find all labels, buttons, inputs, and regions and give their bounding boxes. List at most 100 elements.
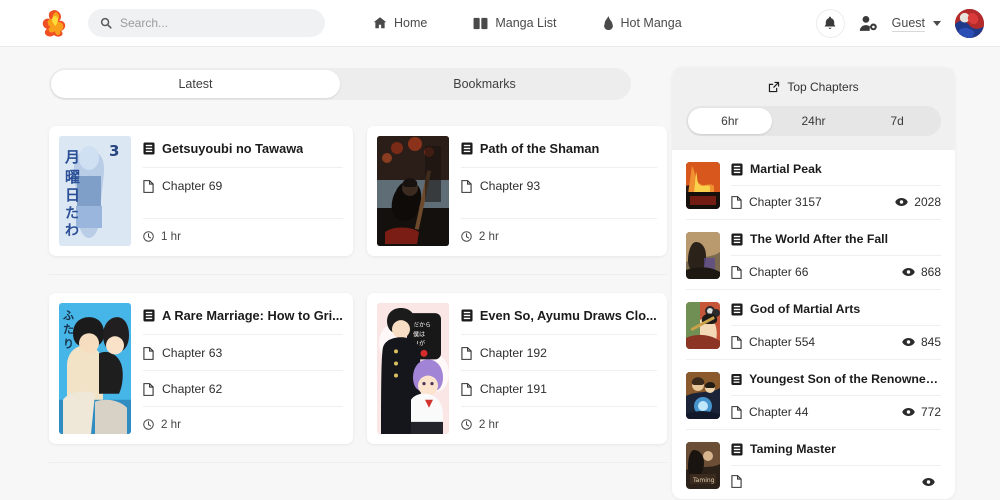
manga-title-label: A Rare Marriage: How to Gri... <box>162 308 343 323</box>
nav-item-manga-list-label: Manga List <box>495 16 557 30</box>
page-icon <box>143 382 154 396</box>
clock-icon <box>143 419 154 430</box>
chapter-row[interactable]: Chapter 3157 2028 <box>731 185 941 209</box>
search-input[interactable] <box>120 16 313 30</box>
segment-6hr-label: 6hr <box>721 114 739 128</box>
flame-icon <box>603 16 614 30</box>
user-menu[interactable]: Guest <box>891 15 941 32</box>
list-item[interactable]: Martial Peak Chapter 3157 2028 <box>686 150 941 220</box>
manga-card[interactable]: ふ た り A Rare Marriage: How to Gri... Cha… <box>49 293 353 444</box>
manga-card-body: Path of the Shaman Chapter 93 2 hr <box>460 136 657 246</box>
manga-card[interactable]: 月 曜 日 た わ 3 Getsuyoubi no Tawawa Chapter… <box>49 126 353 256</box>
book-icon <box>461 142 473 155</box>
page-icon <box>731 475 742 488</box>
manga-card[interactable]: だから 僕は Ｈが Even So, Ayumu Draws Clo... Ch… <box>366 293 667 444</box>
manga-title[interactable]: Even So, Ayumu Draws Clo... <box>461 303 657 334</box>
top-chapters-panel: Top Chapters 6hr 24hr 7d Martial Peak Ch… <box>672 67 955 499</box>
search-box[interactable] <box>88 9 325 37</box>
chapter-link[interactable]: Chapter 44 <box>731 405 902 419</box>
page-icon <box>143 346 154 360</box>
main-nav: Home Manga List Hot Manga <box>373 16 682 30</box>
svg-text:日: 日 <box>65 186 80 204</box>
chapter-label: Chapter 3157 <box>749 195 822 209</box>
list-item[interactable]: Youngest Son of the Renowned M... Chapte… <box>686 360 941 430</box>
view-count-label: 845 <box>920 335 941 349</box>
chapter-label: Chapter 66 <box>749 265 809 279</box>
chapter-label: Chapter 93 <box>479 179 541 193</box>
sidebar: Top Chapters 6hr 24hr 7d Martial Peak Ch… <box>672 47 1000 500</box>
svg-text:た: た <box>63 323 74 336</box>
chapter-label: Chapter 69 <box>162 179 223 193</box>
updated-time: 2 hr <box>460 218 657 246</box>
svg-text:た: た <box>65 206 79 222</box>
chapter-link[interactable]: Chapter 192 <box>460 334 657 370</box>
chapter-link[interactable]: Chapter 63 <box>143 334 343 370</box>
eye-icon <box>922 477 935 486</box>
chapter-link[interactable] <box>731 475 922 488</box>
tab-latest[interactable]: Latest <box>51 70 340 98</box>
chapter-link[interactable]: Chapter 191 <box>460 370 657 406</box>
book-icon <box>731 163 743 175</box>
segment-6hr[interactable]: 6hr <box>688 108 772 134</box>
manga-title[interactable]: Getsuyoubi no Tawawa <box>143 136 343 167</box>
chapter-link[interactable]: Chapter 66 <box>731 265 902 279</box>
phoenix-logo-icon[interactable] <box>38 6 72 40</box>
manga-cover-image: だから 僕は Ｈが <box>376 303 449 434</box>
avatar[interactable] <box>955 9 984 38</box>
chapter-label: Chapter 62 <box>162 382 223 396</box>
notifications-button[interactable] <box>815 9 845 38</box>
manga-card[interactable]: Path of the Shaman Chapter 93 2 hr <box>366 126 667 256</box>
manga-title[interactable]: Path of the Shaman <box>461 136 657 167</box>
nav-item-manga-list[interactable]: Manga List <box>473 16 557 30</box>
manga-title[interactable]: A Rare Marriage: How to Gri... <box>143 303 343 334</box>
manga-title-label: Even So, Ayumu Draws Clo... <box>479 308 657 323</box>
top-chapters-header: Top Chapters 6hr 24hr 7d <box>672 67 955 150</box>
chapter-link[interactable]: Chapter 93 <box>460 167 657 203</box>
eye-icon <box>895 198 909 206</box>
clock-icon <box>461 419 472 430</box>
nav-item-home[interactable]: Home <box>373 16 427 30</box>
segment-24hr[interactable]: 24hr <box>772 108 856 134</box>
chapter-link[interactable]: Chapter 3157 <box>731 195 895 209</box>
manga-card-body: Even So, Ayumu Draws Clo... Chapter 192 <box>460 303 657 434</box>
manga-title-label: The World After the Fall <box>750 232 889 246</box>
manga-title[interactable]: Youngest Son of the Renowned M... <box>731 372 941 395</box>
manga-card-body: A Rare Marriage: How to Gri... Chapter 6… <box>143 303 343 434</box>
chapter-row[interactable] <box>731 465 941 488</box>
bell-icon <box>824 16 836 29</box>
manga-thumbnail: Taming <box>686 442 720 489</box>
view-count: 772 <box>902 405 941 419</box>
svg-text:3: 3 <box>109 142 119 160</box>
manga-cover-image: 月 曜 日 た わ 3 <box>59 136 131 246</box>
manga-title-label: Youngest Son of the Renowned M... <box>749 372 941 386</box>
top-chapters-title[interactable]: Top Chapters <box>686 80 941 94</box>
manga-card-body: Getsuyoubi no Tawawa Chapter 69 1 hr <box>143 136 343 246</box>
list-item[interactable]: Taming Taming Master <box>686 430 941 499</box>
chapter-row[interactable]: Chapter 554 845 <box>731 325 941 349</box>
list-item[interactable]: The World After the Fall Chapter 66 868 <box>686 220 941 290</box>
header-actions: Guest <box>815 0 984 47</box>
manga-title[interactable]: Taming Master <box>731 442 941 465</box>
book-icon <box>461 309 473 322</box>
tab-bookmarks[interactable]: Bookmarks <box>340 70 629 98</box>
page-icon <box>731 265 742 279</box>
manga-title[interactable]: God of Martial Arts <box>731 302 941 325</box>
chapter-link[interactable]: Chapter 69 <box>143 167 343 203</box>
chapter-row[interactable]: Chapter 44 772 <box>731 395 941 419</box>
user-menu-label: Guest <box>891 15 925 32</box>
manga-cover-image <box>376 136 449 246</box>
nav-item-hot-manga[interactable]: Hot Manga <box>603 16 682 30</box>
manga-title[interactable]: Martial Peak <box>731 162 941 185</box>
chapter-row[interactable]: Chapter 66 868 <box>731 255 941 279</box>
book-icon <box>731 233 743 245</box>
list-item[interactable]: God of Martial Arts Chapter 554 845 <box>686 290 941 360</box>
chapter-link[interactable]: Chapter 62 <box>143 370 343 406</box>
account-settings-button[interactable] <box>859 15 878 32</box>
segment-7d-label: 7d <box>890 114 904 128</box>
manga-title[interactable]: The World After the Fall <box>731 232 941 255</box>
segment-7d[interactable]: 7d <box>855 108 939 134</box>
chapter-link[interactable]: Chapter 554 <box>731 335 902 349</box>
chapter-label: Chapter 44 <box>749 405 809 419</box>
chapter-label: Chapter 554 <box>749 335 816 349</box>
page-icon <box>461 382 472 396</box>
